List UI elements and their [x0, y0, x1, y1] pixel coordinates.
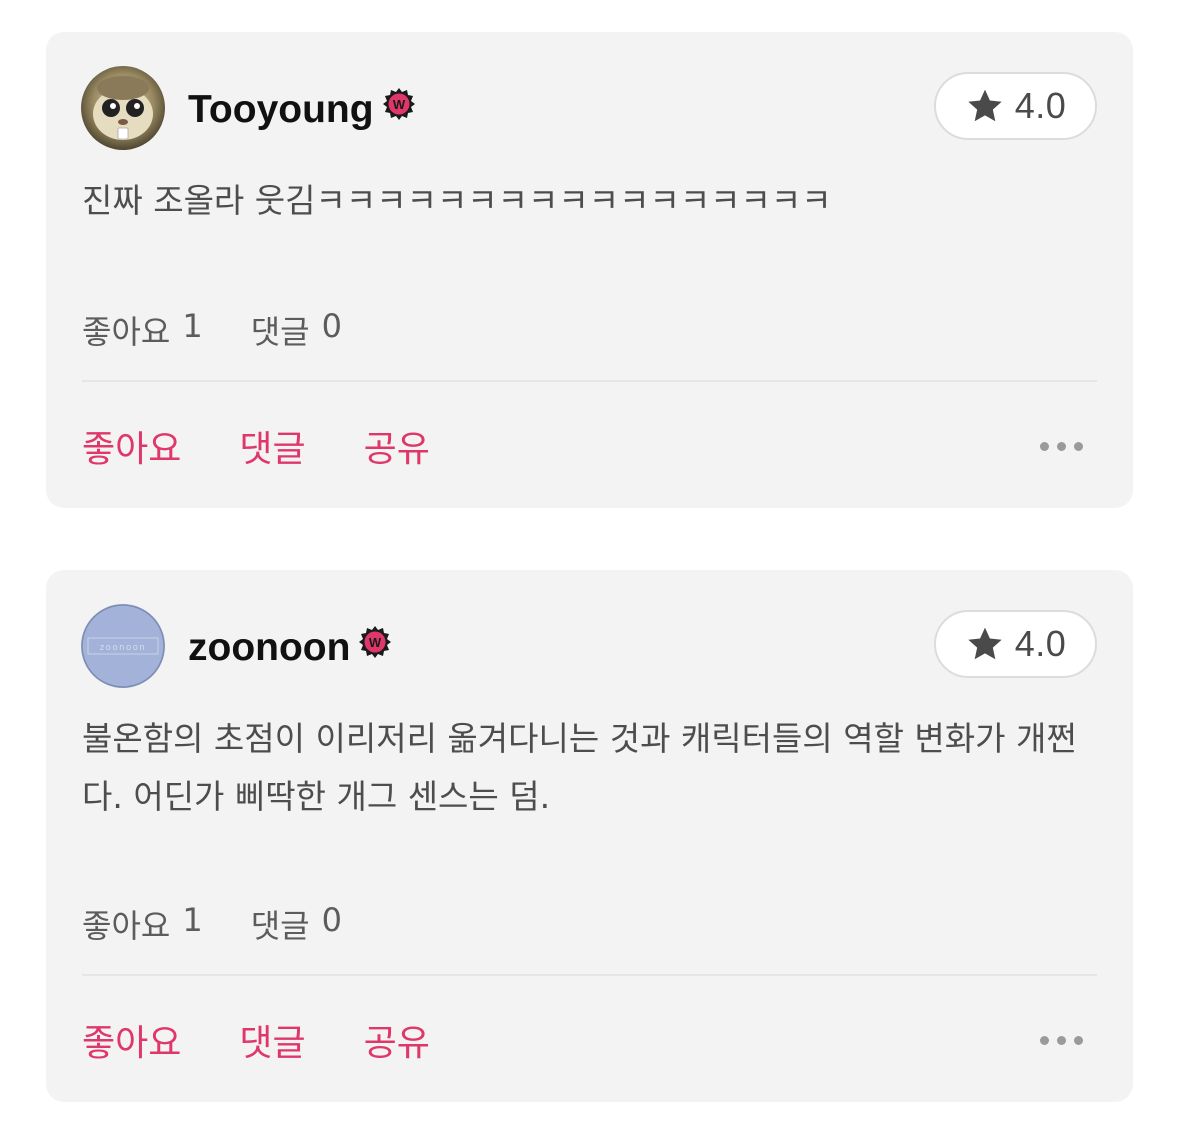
comment-button[interactable]: 댓글 [239, 1014, 305, 1066]
svg-text:W: W [392, 97, 405, 112]
comments-label: 댓글 [250, 907, 310, 945]
svg-text:zoonoon: zoonoon [100, 643, 147, 653]
watcha-badge-icon: W [382, 87, 416, 121]
hamster-avatar-image [81, 66, 165, 150]
rating-pill: 4.0 [934, 72, 1097, 140]
review-card: Tooyoung W 4.0 진짜 조올라 웃김ㅋㅋㅋㅋㅋㅋㅋㅋㅋㅋㅋㅋㅋㅋㅋㅋ… [46, 32, 1133, 508]
like-button[interactable]: 좋아요 [82, 420, 181, 472]
review-stats: 좋아요 1 댓글 0 [82, 901, 342, 947]
more-dots-icon[interactable] [1040, 441, 1083, 451]
username[interactable]: Tooyoung W [188, 84, 416, 136]
likes-label: 좋아요 [82, 313, 171, 351]
divider [82, 380, 1097, 382]
review-text: 불온함의 초점이 이리저리 옮겨다니는 것과 캐릭터들의 역할 변화가 개쩐다.… [82, 719, 1077, 816]
star-icon [968, 627, 1002, 660]
likes-count: 1 [182, 901, 203, 939]
likes-label: 좋아요 [82, 907, 171, 945]
username-text: Tooyoung [188, 88, 374, 131]
zoonoon-avatar-image: zoonoon [81, 604, 165, 688]
review-stats: 좋아요 1 댓글 0 [82, 307, 342, 353]
comments-count: 0 [321, 307, 342, 345]
divider [82, 974, 1097, 976]
share-button[interactable]: 공유 [364, 1014, 430, 1066]
review-text: 진짜 조올라 웃김ㅋㅋㅋㅋㅋㅋㅋㅋㅋㅋㅋㅋㅋㅋㅋㅋㅋ [82, 181, 832, 220]
user-avatar[interactable]: zoonoon [81, 604, 165, 688]
review-actions: 좋아요 댓글 공유 [82, 1010, 1097, 1070]
username-text: zoonoon [188, 626, 351, 669]
rating-pill: 4.0 [934, 610, 1097, 678]
comments-count: 0 [321, 901, 342, 939]
star-icon [968, 89, 1002, 122]
comments-label: 댓글 [250, 313, 310, 351]
like-button[interactable]: 좋아요 [82, 1014, 181, 1066]
username[interactable]: zoonoon W [188, 622, 392, 674]
rating-value: 4.0 [1014, 85, 1067, 126]
share-button[interactable]: 공유 [364, 420, 430, 472]
user-avatar[interactable] [81, 66, 165, 150]
likes-count: 1 [182, 307, 203, 345]
svg-text:W: W [369, 635, 382, 650]
comment-button[interactable]: 댓글 [239, 420, 305, 472]
review-actions: 좋아요 댓글 공유 [82, 416, 1097, 476]
more-dots-icon[interactable] [1040, 1035, 1083, 1045]
review-card: zoonoon zoonoon W 4.0 불온함의 초점이 이리저리 옮겨다니… [46, 570, 1133, 1102]
rating-value: 4.0 [1014, 623, 1067, 664]
watcha-badge-icon: W [358, 625, 392, 659]
